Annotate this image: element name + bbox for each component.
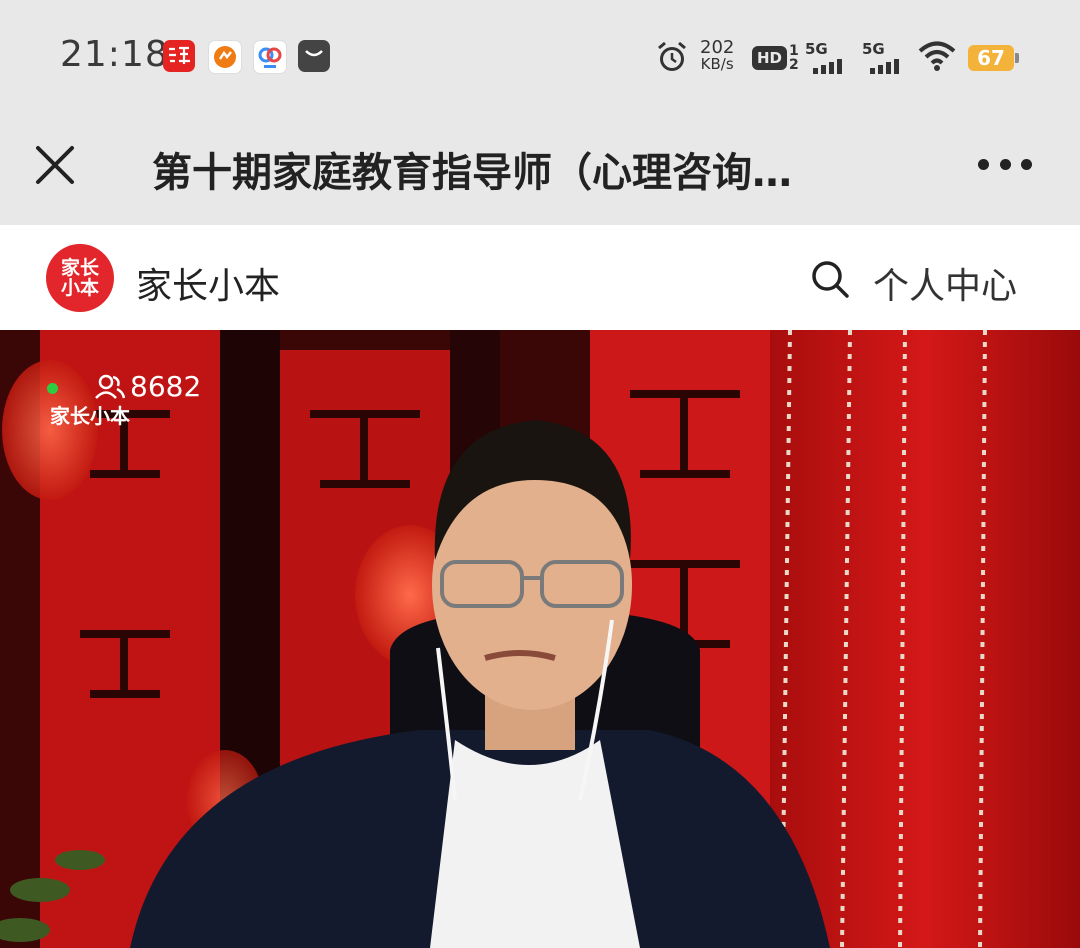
personal-center-link[interactable]: 个人中心 [873, 257, 1017, 309]
hd-indicator: HD 1 2 [752, 44, 799, 72]
network-speed: 202 KB/s [700, 37, 735, 73]
battery-indicator: 67 [968, 45, 1019, 71]
search-button[interactable] [810, 259, 850, 299]
more-icon [978, 158, 989, 170]
viewer-badge: 8682 家长小本 [40, 370, 210, 430]
message-app-icon [298, 40, 330, 72]
more-button[interactable] [978, 152, 1032, 176]
weibo-app-icon [208, 40, 242, 74]
viewer-count: 8682 [130, 370, 202, 403]
more-icon [999, 158, 1011, 170]
page-title: 第十期家庭教育指导师（心理咨询… [152, 150, 792, 196]
logo-line1: 家长 [60, 257, 99, 279]
brand-logo[interactable]: 家长 小本 [46, 244, 114, 312]
watermark-logo: 家长小本 [50, 404, 130, 428]
battery-level: 67 [968, 45, 1019, 71]
logo-line2: 小本 [60, 277, 99, 299]
title-bar: 第十期家庭教育指导师（心理咨询… [0, 110, 1080, 225]
hd-sub-top: 1 [789, 43, 799, 59]
hd-badge: HD [752, 46, 788, 70]
sim1-signal: 5G [805, 40, 842, 74]
search-icon [812, 261, 849, 298]
status-time: 21:18 [60, 34, 169, 75]
sim1-label: 5G [805, 40, 828, 58]
wifi-icon [918, 40, 956, 76]
news-app-icon [163, 40, 195, 72]
signal-bars-icon [813, 58, 842, 74]
net-speed-value: 202 [700, 37, 735, 58]
sim2-label: 5G [862, 40, 885, 58]
viewers-icon [95, 374, 125, 399]
site-header: 家长 小本 家长小本 个人中心 [0, 225, 1080, 330]
baidu-netdisk-icon [253, 40, 287, 74]
brand-name[interactable]: 家长小本 [136, 257, 280, 309]
close-button[interactable] [30, 140, 80, 190]
more-icon [1021, 158, 1032, 170]
close-icon [36, 146, 74, 184]
status-bar: 21:18 202 KB/s HD 1 2 5G 5G 67 [0, 0, 1080, 110]
net-speed-unit: KB/s [700, 55, 734, 73]
hd-sub-bottom: 2 [789, 57, 799, 73]
signal-bars-icon [870, 58, 899, 74]
alarm-icon [655, 40, 689, 78]
sim2-signal: 5G [862, 40, 899, 74]
live-dot [47, 383, 58, 394]
